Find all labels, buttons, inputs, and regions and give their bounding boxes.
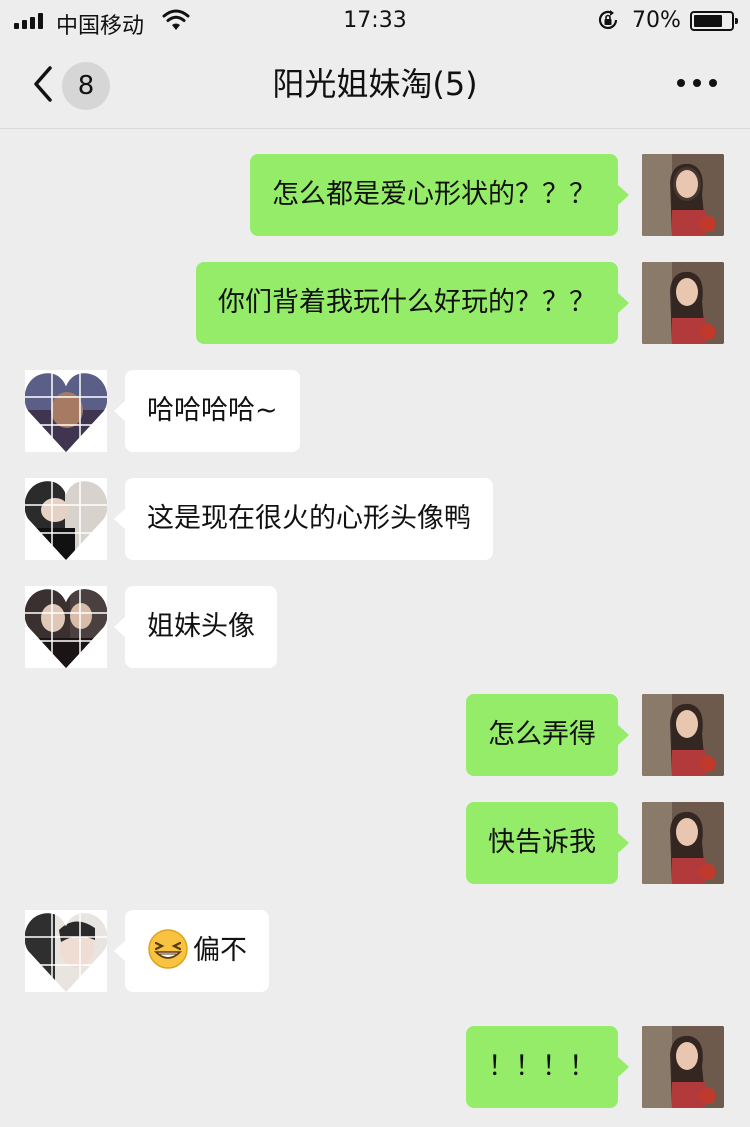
chat-header: 8 阳光姐妹淘(5) — [0, 44, 750, 129]
heart-avatar[interactable] — [25, 478, 107, 560]
outgoing-message[interactable]: 怎么弄得 — [466, 694, 629, 776]
my-avatar[interactable] — [642, 694, 724, 776]
outgoing-message[interactable]: ！！！！ — [466, 1026, 629, 1108]
battery-icon — [690, 11, 738, 31]
chat-title: 阳光姐妹淘(5) — [272, 65, 478, 103]
heart-avatar[interactable] — [25, 586, 107, 668]
incoming-message-text: 偏不 — [193, 935, 247, 966]
incoming-message[interactable]: 姐妹头像 — [114, 586, 277, 668]
rotation-lock-icon — [598, 10, 618, 29]
outgoing-message[interactable]: 快告诉我 — [466, 802, 629, 884]
status-bar: 中国移动 17:33 70% — [0, 0, 750, 44]
incoming-message[interactable]: 这是现在很火的心形头像鸭 — [114, 478, 493, 560]
grinning-squint-emoji-icon — [148, 928, 188, 969]
outgoing-message[interactable]: 怎么都是爱心形状的？？？ — [250, 154, 629, 236]
incoming-message[interactable]: 哈哈哈哈~ — [114, 370, 300, 452]
battery-percent: 70% — [632, 8, 681, 33]
my-avatar[interactable] — [642, 154, 724, 236]
incoming-message[interactable]: 偏不 — [114, 910, 269, 992]
outgoing-message[interactable]: 你们背着我玩什么好玩的？？？ — [196, 262, 629, 344]
my-avatar[interactable] — [642, 802, 724, 884]
my-avatar[interactable] — [642, 262, 724, 344]
more-dots-icon[interactable] — [672, 68, 722, 98]
heart-avatar[interactable] — [25, 910, 107, 992]
my-avatar[interactable] — [642, 1026, 724, 1108]
heart-avatar[interactable] — [25, 370, 107, 452]
